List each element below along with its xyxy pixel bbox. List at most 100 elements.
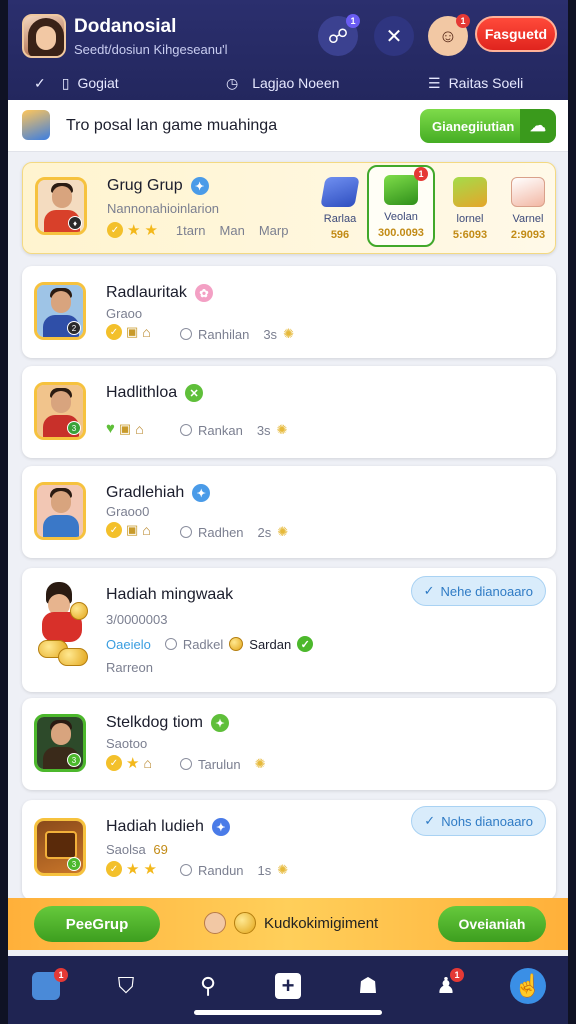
reward-slot-4[interactable]: Varnel 2:9093	[497, 169, 559, 245]
nav-action[interactable]: ☝	[510, 968, 546, 1004]
reward-status: Sardan	[249, 636, 292, 652]
verified-icon: ✦	[190, 177, 209, 195]
nav-badge: 1	[450, 968, 464, 982]
app-title: Dodanosial	[74, 16, 177, 37]
mute-button[interactable]: ✕	[374, 16, 414, 56]
clock-icon	[180, 328, 192, 340]
reward-slot-1[interactable]: Rarlaa 596	[309, 169, 371, 245]
meta-extra: 3s	[256, 422, 271, 438]
member-name: Radlauritak ✿	[106, 284, 213, 302]
app-frame: Dodanosial Seedt/dosiun Kihgeseanu'l ☍ 1…	[8, 0, 568, 1024]
reward-card[interactable]: Hadiah mingwaak 3/0000003 Oaeielo Radkel…	[22, 568, 556, 692]
link-icon: ☍	[327, 25, 349, 48]
clock-icon: ◷	[226, 74, 239, 91]
reward-slot-2[interactable]: 1 Veolan 300.0093	[367, 165, 435, 247]
tab-label: Gogiat	[77, 75, 119, 91]
reward-slot-3[interactable]: lornel 5:6093	[439, 169, 501, 245]
featured-group-card[interactable]: ♦ Grug Grup ✦ Nannonahioinlarion ✓ ★ ★ 1…	[22, 162, 556, 254]
reward-subtitle: 3/0000003	[106, 612, 168, 627]
character-icon	[204, 912, 226, 934]
member-meta: Randun 1s ✺	[180, 862, 288, 878]
promo-button[interactable]: Gianegiiutian ☁	[420, 109, 556, 143]
slot-label: Rarlaa	[323, 213, 357, 225]
reward-link[interactable]: Oaeielo	[106, 637, 151, 652]
tab-gogiat[interactable]: ✓ ▯ Gogiat	[34, 75, 119, 92]
app-subtitle: Seedt/dosiun Kihgeseanu'l	[74, 42, 228, 57]
reward-meta: Oaeielo Radkel Sardan ✓	[106, 636, 314, 652]
nav-profile[interactable]: 1	[28, 968, 68, 1004]
house-icon: ⌂	[143, 755, 152, 771]
list-item[interactable]: 2 Radlauritak ✿ Graoo ✓ ▣ ⌂ Ranhilan 3s …	[22, 266, 556, 358]
house-icon: ⌂	[142, 324, 151, 340]
meta-text: Rankan	[198, 422, 243, 438]
list-item[interactable]: 3 Stelkdog tiom ✦ Saotoo ✓ ★ ⌂ Tarulun ✺	[22, 698, 556, 790]
list-item[interactable]: Gradlehiah ✦ Graoo0 ✓ ▣ ⌂ Radhen 2s ✺	[22, 466, 556, 558]
coin-counter[interactable]: Kudkokimigiment	[204, 912, 378, 934]
reward-footer: Rarreon	[106, 660, 153, 675]
search-icon: ⚲	[199, 973, 217, 998]
bag-icon: ▣	[118, 420, 132, 436]
member-badges: ✓ ▣ ⌂	[106, 522, 151, 538]
meta-extra: 3s	[263, 326, 278, 342]
slot-label: Varnel	[512, 213, 544, 225]
clock-icon	[164, 638, 177, 650]
flower-icon: ✿	[194, 284, 213, 302]
tab-lagjao[interactable]: ◷ Lagjao Noeen	[226, 75, 339, 92]
check-badge-icon: ✓	[106, 324, 122, 340]
reward-title: Hadiah mingwaak	[106, 586, 234, 603]
featured-meta-2: Man	[219, 222, 245, 238]
member-meta: Ranhilan 3s ✺	[180, 326, 294, 342]
member-subtitle: Graoo	[106, 306, 143, 321]
home-indicator	[194, 1010, 382, 1015]
slot-label: lornel	[456, 213, 484, 225]
list-item[interactable]: 3 Hadiah ludieh ✦ Saolsa 69 ✓ ★ ★ Randun…	[22, 800, 556, 900]
level-icon: ♦	[68, 216, 82, 230]
nav-shield[interactable]: ⛉	[108, 968, 144, 1004]
coin-icon	[234, 912, 256, 934]
featured-name: Grug Grup ✦	[107, 177, 209, 195]
group-button[interactable]: PeeGrup	[34, 906, 160, 942]
member-subtitle: Saolsa 69	[106, 842, 168, 857]
level-icon: 3	[67, 857, 81, 871]
tab-label: Lagjao Noeen	[252, 75, 340, 91]
nav-add[interactable]: +	[270, 968, 306, 1004]
star-icon: ★	[144, 222, 158, 239]
meta-text: Ranhilan	[198, 326, 250, 342]
claim-pill-button[interactable]: ✓ Nehe dianoaaro	[410, 576, 546, 606]
check-badge-icon: ✓	[106, 755, 122, 771]
level-icon: 3	[67, 753, 81, 767]
clock-icon	[180, 864, 192, 876]
friend-avatar-button[interactable]: ☺ 1	[428, 14, 470, 56]
shield-icon: ⛉	[117, 973, 135, 998]
promo-character-icon	[22, 110, 50, 140]
clock-icon	[180, 424, 192, 436]
link-button[interactable]: ☍ 1	[318, 14, 360, 56]
meta-extra: 2s	[257, 524, 272, 540]
box-icon: 1	[384, 167, 428, 205]
member-meta: Rankan 3s ✺	[180, 422, 287, 438]
member-name-text: Radlauritak	[106, 284, 187, 301]
slot-value: 5:6093	[452, 229, 488, 241]
meta-text: Radkel	[182, 636, 224, 652]
meta-text: Tarulun	[198, 756, 241, 772]
check-badge-icon: ✓	[106, 861, 122, 877]
confirm-button[interactable]: Oveianiah	[438, 906, 546, 942]
sparkle-icon: ✺	[277, 862, 289, 877]
nav-community[interactable]: ☗	[350, 968, 386, 1004]
clock-icon	[180, 526, 192, 538]
claim-pill-button[interactable]: ✓ Nohs dianoaaro	[411, 806, 546, 836]
level-icon: 3	[67, 421, 81, 435]
coin-icon	[229, 637, 244, 651]
slot-value: 596	[330, 229, 350, 241]
level-icon: 2	[67, 321, 81, 335]
promo-text: Tro posal lan game muahinga	[66, 117, 278, 134]
link-badge: 1	[346, 14, 360, 28]
user-avatar[interactable]	[22, 14, 66, 58]
header-cta-button[interactable]: Fasguetd	[475, 16, 557, 52]
action-bar: PeeGrup Kudkokimigiment Oveianiah	[8, 898, 568, 950]
list-item[interactable]: 3 Hadlithloa ✕ ♥ ▣ ⌂ Rankan 3s ✺	[22, 366, 556, 458]
tab-raitas[interactable]: ☰ Raitas Soeli	[428, 75, 523, 92]
member-name: Hadlithloa ✕	[106, 384, 204, 402]
nav-friends[interactable]: ♟ 1	[428, 968, 464, 1004]
nav-search[interactable]: ⚲	[190, 968, 226, 1004]
